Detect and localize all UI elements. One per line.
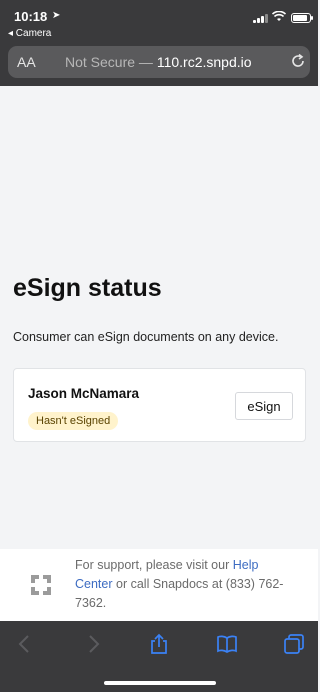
wifi-icon <box>272 11 286 21</box>
page-title: eSign status <box>13 274 162 302</box>
tabs-icon[interactable] <box>283 633 305 655</box>
consumer-card: Jason McNamara Hasn't eSigned eSign <box>13 368 306 442</box>
support-text-before: For support, please visit our <box>75 558 233 572</box>
status-bar: 10:18 ➤ ◂ Camera <box>0 0 318 44</box>
url-prefix: Not Secure — <box>65 54 157 70</box>
forward-icon[interactable] <box>82 633 104 655</box>
text-size-button[interactable]: AA <box>17 54 36 70</box>
address-bar[interactable]: AA Not Secure — 110.rc2.snpd.io <box>8 46 310 78</box>
bookmarks-icon[interactable] <box>216 633 238 655</box>
url-text[interactable]: Not Secure — 110.rc2.snpd.io <box>65 54 252 70</box>
share-icon[interactable] <box>148 633 170 655</box>
status-badge: Hasn't eSigned <box>28 412 119 430</box>
reload-icon[interactable] <box>290 53 306 69</box>
esign-button[interactable]: eSign <box>235 392 293 420</box>
snapdocs-logo-icon <box>31 575 51 595</box>
page-content: eSign status Consumer can eSign document… <box>0 86 318 549</box>
support-footer: For support, please visit our Help Cente… <box>0 549 318 621</box>
back-to-camera-link[interactable]: ◂ Camera <box>8 28 51 39</box>
location-arrow-icon: ➤ <box>52 10 61 21</box>
battery-icon <box>291 13 313 23</box>
page-subtitle: Consumer can eSign documents on any devi… <box>13 330 279 344</box>
consumer-name: Jason McNamara <box>28 386 140 401</box>
browser-top-chrome: 10:18 ➤ ◂ Camera AA Not Secure — 110.rc2… <box>0 0 318 86</box>
signal-icon <box>253 13 268 23</box>
support-text: For support, please visit our Help Cente… <box>75 556 297 613</box>
status-time: 10:18 <box>14 9 48 24</box>
home-indicator <box>104 681 216 685</box>
back-icon[interactable] <box>14 633 36 655</box>
url-host: 110.rc2.snpd.io <box>156 54 252 70</box>
